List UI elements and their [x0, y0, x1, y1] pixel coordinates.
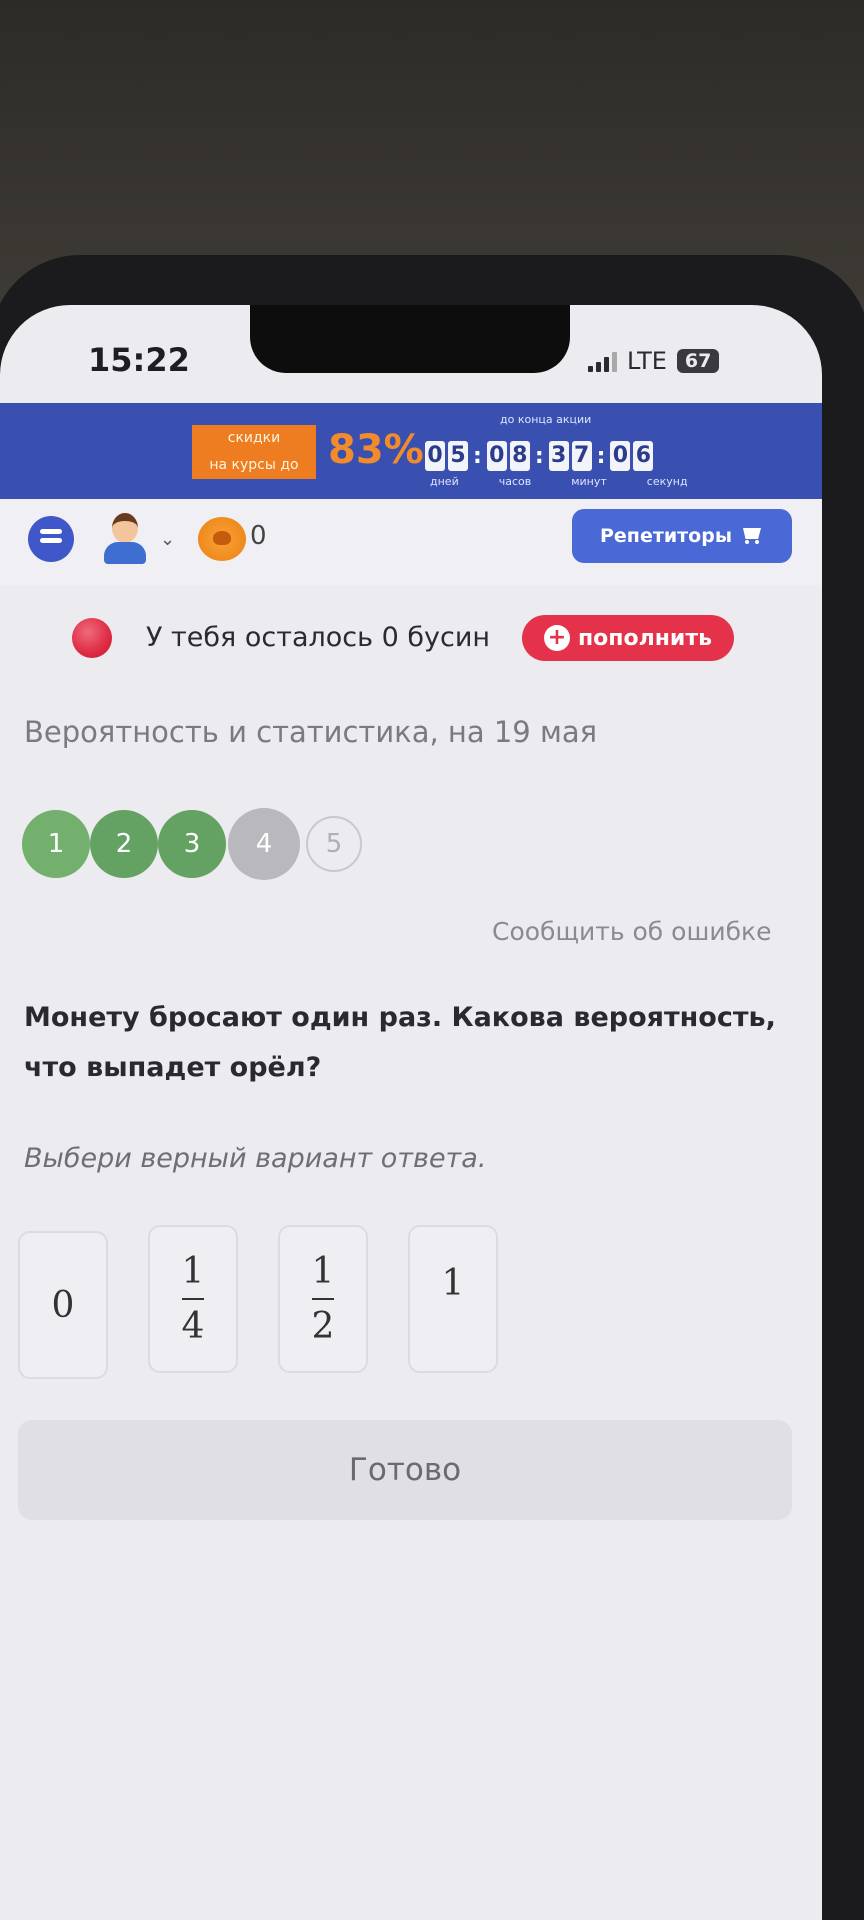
fraction-denominator: 2: [311, 1306, 335, 1347]
timer-digit: 0: [425, 441, 445, 471]
tutors-button[interactable]: Репетиторы: [572, 509, 792, 563]
fraction-numerator: 1: [311, 1251, 335, 1292]
step-5[interactable]: 5: [306, 816, 362, 872]
timer-digit: 8: [509, 441, 530, 471]
fraction: 1 4: [182, 1251, 205, 1347]
timer-digit: 6: [633, 441, 654, 471]
timer-digit: 0: [610, 441, 631, 471]
step-3[interactable]: 3: [158, 810, 226, 878]
signal-icon: [588, 350, 617, 372]
answer-option[interactable]: 1 2: [278, 1225, 368, 1373]
promo-banner[interactable]: скидки на курсы до 83% до конца акции 0 …: [0, 403, 822, 499]
answer-option[interactable]: 1: [408, 1225, 498, 1373]
timer-unit-seconds: секунд: [646, 475, 688, 488]
timer-digit: 3: [548, 441, 569, 471]
screen: 15:22 LTE 67 скидки на курсы до 83% до к…: [0, 305, 822, 1920]
status-time: 15:22: [88, 341, 190, 379]
fraction-bar: [312, 1298, 334, 1300]
coin-count: 0: [250, 521, 267, 551]
beads-text: У тебя осталось 0 бусин: [146, 622, 491, 653]
fraction-bar: [182, 1298, 204, 1300]
topup-button[interactable]: + пополнить: [522, 615, 734, 661]
promo-label-line2: на курсы до: [209, 457, 299, 473]
timer-digit: 0: [486, 441, 507, 471]
fraction-denominator: 4: [181, 1306, 205, 1347]
timer-digit: 5: [448, 441, 468, 471]
answer-option[interactable]: 1 4: [148, 1225, 238, 1373]
network-label: LTE: [627, 347, 667, 375]
topup-label: пополнить: [577, 625, 713, 651]
cart-icon: [740, 527, 764, 545]
coin-icon[interactable]: [198, 517, 246, 561]
tutors-label: Репетиторы: [600, 525, 732, 547]
question-text: Монету бросают один раз. Какова вероятно…: [24, 1002, 776, 1083]
timer-unit-hours: часов: [498, 475, 532, 488]
timer-separator: :: [596, 443, 606, 469]
report-error-link[interactable]: Сообщить об ошибке: [492, 917, 771, 946]
status-indicators: LTE 67: [588, 347, 720, 375]
answer-hint: Выбери верный вариант ответа.: [24, 1143, 487, 1174]
option-value: 1: [441, 1263, 465, 1304]
step-2[interactable]: 2: [90, 810, 158, 878]
avatar-head: [112, 513, 138, 543]
fraction: 1 2: [312, 1251, 335, 1347]
option-value: 0: [51, 1284, 75, 1326]
timer-separator: :: [473, 443, 482, 469]
timer-caption: до конца акции: [500, 413, 592, 426]
done-button[interactable]: Готово: [18, 1420, 792, 1520]
avatar-body: [104, 542, 146, 564]
plus-icon: +: [543, 625, 570, 651]
notch: [250, 305, 570, 373]
promo-label: скидки на курсы до: [192, 425, 316, 479]
timer-unit-days: дней: [430, 475, 459, 488]
timer-unit-minutes: минут: [571, 475, 607, 488]
question-steps: 1 2 3 4 5: [22, 808, 362, 880]
promo-label-line1: скидки: [227, 430, 281, 446]
bead-icon: [72, 618, 112, 658]
chat-icon[interactable]: [28, 516, 74, 562]
timer-separator: :: [534, 443, 544, 469]
answer-option[interactable]: 0: [18, 1231, 108, 1379]
topic-title: Вероятность и статистика, на 19 мая: [24, 715, 598, 749]
countdown-timer: 0 5 : 0 8 : 3 7 : 0 6: [425, 441, 654, 471]
chevron-down-icon[interactable]: ⌄: [160, 529, 175, 550]
step-4[interactable]: 4: [228, 808, 300, 880]
beads-balance: У тебя осталось 0 бусин + пополнить: [0, 610, 822, 670]
app-header: ⌄ 0 Репетиторы: [0, 499, 822, 585]
promo-percent: 83%: [328, 427, 424, 473]
timer-units: дней часов минут секунд: [430, 475, 688, 488]
fraction-numerator: 1: [181, 1251, 205, 1292]
step-1[interactable]: 1: [22, 810, 90, 878]
answer-options: 0 1 4 1 2 1: [18, 1225, 498, 1379]
timer-digit: 7: [571, 441, 592, 471]
avatar[interactable]: [100, 509, 150, 569]
battery-icon: 67: [676, 349, 720, 373]
